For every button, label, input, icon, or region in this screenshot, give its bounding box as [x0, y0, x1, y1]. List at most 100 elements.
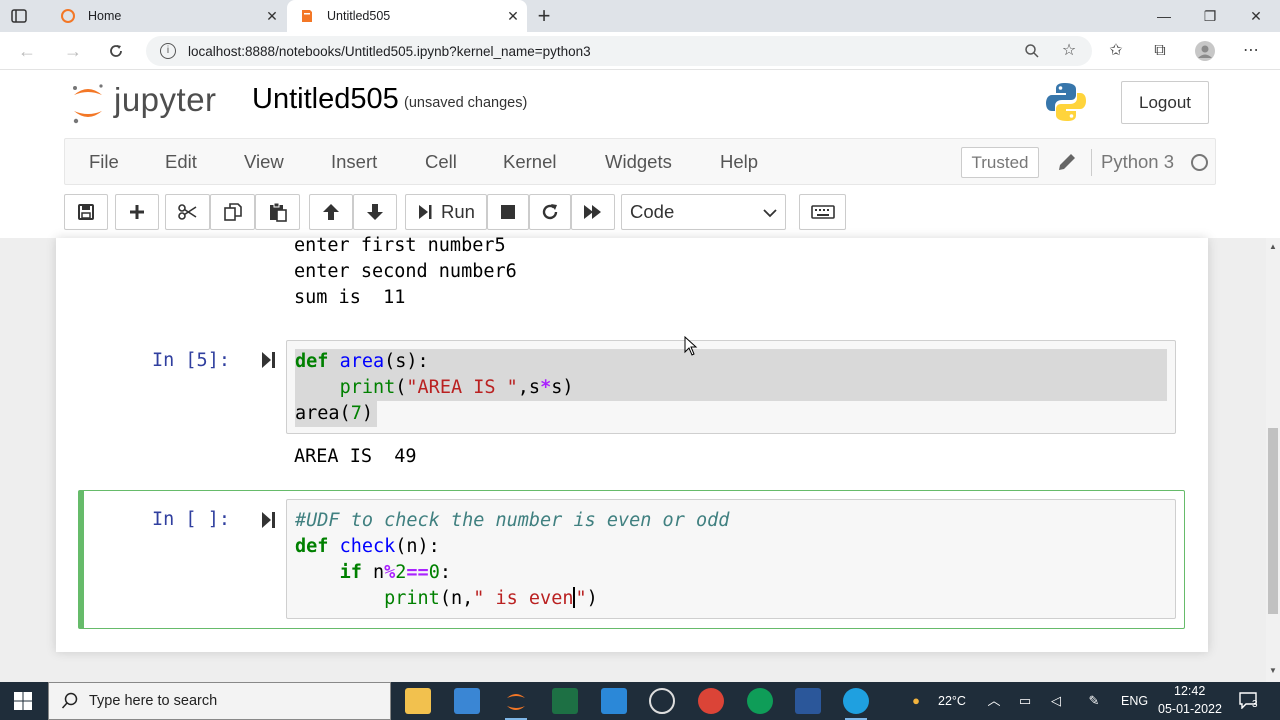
file-explorer-icon[interactable] — [405, 688, 431, 714]
jupyter-header: jupyter Untitled505 (unsaved changes) Lo… — [0, 71, 1280, 137]
favorites-icon[interactable]: ✩ — [1105, 40, 1127, 62]
code-line: if n%2==0: — [339, 562, 451, 583]
run-cell-icon[interactable] — [260, 350, 278, 370]
tab-home[interactable]: Home ✕ — [48, 0, 286, 32]
maximize-icon[interactable]: ❐ — [1187, 0, 1233, 32]
remote-desktop-icon[interactable] — [601, 688, 627, 714]
edge-icon[interactable] — [843, 688, 869, 720]
edit-pencil-icon[interactable] — [1055, 150, 1079, 174]
weather-temp[interactable]: 22°C — [938, 694, 966, 708]
microsoft-store-icon[interactable] — [454, 688, 480, 714]
keyboard-icon — [810, 205, 835, 219]
scrollbar-thumb[interactable] — [1268, 428, 1278, 614]
add-favorite-icon[interactable]: ☆ — [1058, 40, 1080, 62]
chrome-icon[interactable] — [698, 688, 724, 714]
paste-button[interactable] — [255, 194, 300, 230]
command-palette-button[interactable] — [799, 194, 846, 230]
code-input[interactable]: #UDF to check the number is even or odd … — [286, 499, 1176, 619]
word-icon[interactable] — [795, 688, 821, 714]
save-status: (unsaved changes) — [404, 95, 528, 111]
close-window-icon[interactable]: ✕ — [1233, 0, 1279, 32]
url-input[interactable]: i localhost:8888/notebooks/Untitled505.i… — [146, 36, 1092, 66]
chrome-profile-icon[interactable] — [747, 688, 773, 714]
clock-date[interactable]: 05-01-2022 — [1158, 702, 1222, 716]
menu-kernel[interactable]: Kernel — [503, 139, 556, 185]
save-button[interactable] — [64, 194, 108, 230]
taskbar-search-input[interactable]: Type here to search — [48, 682, 391, 720]
code-line: area(7) — [295, 403, 373, 424]
zoom-icon[interactable] — [1021, 40, 1043, 62]
tab-untitled505[interactable]: Untitled505 ✕ — [287, 0, 527, 32]
kernel-idle-indicator-icon — [1191, 154, 1208, 171]
pen-icon[interactable]: ✎ — [1086, 693, 1102, 709]
battery-icon[interactable]: ▭ — [1017, 693, 1033, 709]
more-icon[interactable]: ⋯ — [1240, 40, 1262, 62]
restart-run-all-button[interactable] — [571, 194, 615, 230]
site-info-icon[interactable]: i — [160, 43, 176, 59]
input-language[interactable]: ENG — [1121, 694, 1148, 708]
scrollbar[interactable]: ▲ ▼ — [1266, 238, 1280, 682]
run-button[interactable]: Run — [405, 194, 487, 230]
notebook-name[interactable]: Untitled505 — [252, 83, 399, 116]
code-line: print(n," is even ") — [384, 587, 598, 609]
jupyter-favicon-icon — [60, 8, 76, 24]
scroll-up-icon[interactable]: ▲ — [1268, 242, 1278, 251]
menu-edit[interactable]: Edit — [165, 139, 197, 185]
collections-icon[interactable]: ⧉ — [1149, 40, 1171, 62]
tab-close-icon[interactable]: ✕ — [499, 8, 527, 25]
tab-untitled505-label: Untitled505 — [327, 9, 391, 23]
weather-icon[interactable]: ● — [908, 693, 924, 709]
windows-start-icon[interactable] — [14, 692, 32, 710]
cell-type-select[interactable]: Code — [621, 194, 786, 230]
arrow-up-icon — [323, 204, 339, 220]
clock-time[interactable]: 12:42 — [1174, 684, 1205, 698]
browser-tab-strip: Home ✕ Untitled505 ✕ + — ❐ ✕ — [0, 0, 1280, 32]
kernel-separator — [1091, 149, 1092, 176]
tab-actions-icon[interactable] — [10, 7, 28, 25]
save-icon — [78, 204, 94, 220]
scroll-down-icon[interactable]: ▼ — [1268, 666, 1278, 675]
show-hidden-icons-icon[interactable]: ︿ — [986, 693, 1002, 709]
obs-icon[interactable] — [649, 688, 675, 714]
restart-button[interactable] — [529, 194, 571, 230]
kernel-name[interactable]: Python 3 — [1101, 139, 1174, 185]
trusted-badge[interactable]: Trusted — [961, 147, 1039, 178]
new-tab-icon[interactable]: + — [534, 4, 554, 28]
output-line: enter second number6 — [294, 261, 517, 282]
menu-insert[interactable]: Insert — [331, 139, 377, 185]
insert-cell-button[interactable] — [115, 194, 159, 230]
notebook-favicon-icon — [299, 8, 315, 24]
menu-view[interactable]: View — [244, 139, 284, 185]
reload-icon[interactable] — [105, 40, 127, 62]
copy-button[interactable] — [210, 194, 255, 230]
forward-icon[interactable]: → — [62, 40, 84, 62]
cut-button[interactable] — [165, 194, 210, 230]
logout-button[interactable]: Logout — [1121, 81, 1209, 124]
interrupt-button[interactable] — [487, 194, 529, 230]
volume-icon[interactable]: ◁ — [1048, 693, 1064, 709]
output-line: AREA IS 49 — [294, 446, 417, 467]
fast-forward-icon — [584, 205, 601, 219]
jupyter-logo-icon[interactable] — [70, 79, 106, 125]
code-input[interactable]: def area(s): print("AREA IS ",s*s) area(… — [286, 340, 1176, 434]
cell-prompt: In [5]: — [152, 350, 230, 371]
back-icon[interactable]: ← — [16, 40, 38, 62]
profile-avatar[interactable] — [1194, 40, 1216, 62]
move-up-button[interactable] — [309, 194, 353, 230]
menu-cell[interactable]: Cell — [425, 139, 457, 185]
code-line: print("AREA IS ",s*s) — [339, 377, 574, 398]
notification-count: 3 — [1252, 699, 1258, 710]
output-line: sum is 11 — [294, 287, 406, 308]
excel-icon[interactable] — [552, 688, 578, 714]
menu-file[interactable]: File — [89, 139, 119, 185]
tab-close-icon[interactable]: ✕ — [258, 8, 286, 25]
minimize-icon[interactable]: — — [1141, 0, 1187, 32]
jupyter-app-icon[interactable] — [503, 688, 529, 720]
jupyter-wordmark[interactable]: jupyter — [114, 81, 217, 119]
stop-icon — [501, 205, 515, 219]
run-cell-icon[interactable] — [260, 510, 278, 530]
url-text: localhost:8888/notebooks/Untitled505.ipy… — [188, 43, 591, 59]
move-down-button[interactable] — [353, 194, 397, 230]
menu-help[interactable]: Help — [720, 139, 758, 185]
menu-widgets[interactable]: Widgets — [605, 139, 672, 185]
